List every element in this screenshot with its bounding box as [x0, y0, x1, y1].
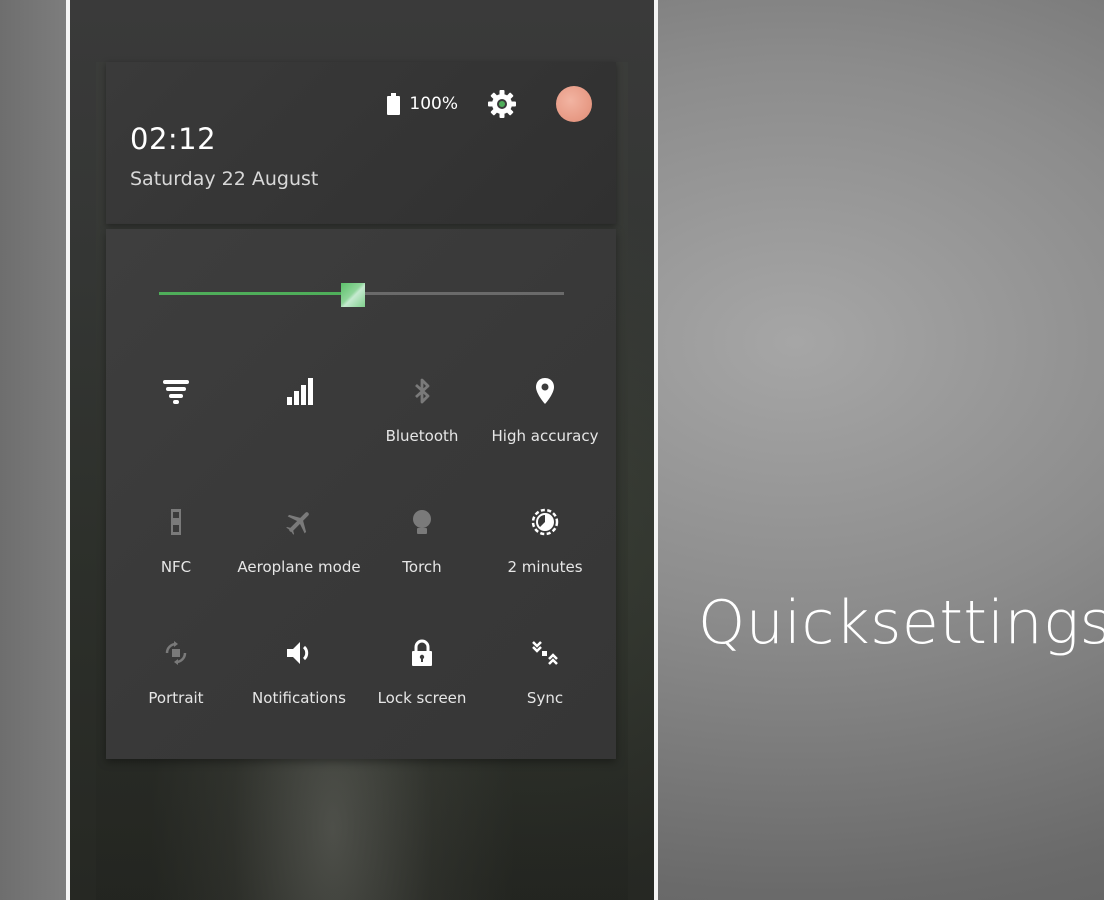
bluetooth-icon: [405, 374, 439, 408]
status-row: 100%: [387, 84, 592, 124]
phone-frame: 100% 02:12 Saturday 22 August Bluetooth …: [66, 0, 658, 900]
brand-title: Quicksettings: [698, 588, 1104, 658]
tile-wifi[interactable]: [111, 366, 241, 476]
wifi-icon: [159, 374, 193, 408]
background-left: [0, 0, 66, 900]
lock-icon: [405, 636, 439, 670]
battery-status: 100%: [387, 93, 458, 115]
gear-icon[interactable]: [486, 88, 518, 120]
rotation-icon: [159, 636, 193, 670]
notification-header: 100% 02:12 Saturday 22 August: [106, 62, 616, 224]
tile-label: 2 minutes: [507, 558, 583, 576]
tile-label: Bluetooth: [385, 427, 459, 445]
tile-location[interactable]: High accuracy: [480, 366, 610, 476]
brightness-thumb[interactable]: [341, 283, 366, 307]
tile-label: Notifications: [252, 689, 346, 707]
tile-screen-timeout[interactable]: 2 minutes: [480, 497, 610, 607]
tile-bluetooth[interactable]: Bluetooth: [357, 366, 487, 476]
tile-notifications[interactable]: Notifications: [234, 628, 364, 738]
tile-sync[interactable]: Sync: [480, 628, 610, 738]
tile-label: Sync: [526, 689, 564, 707]
battery-percent: 100%: [409, 94, 458, 114]
tile-label: Portrait: [148, 689, 204, 707]
screen-timeout-icon: [528, 505, 562, 539]
tile-lock-screen[interactable]: Lock screen: [357, 628, 487, 738]
tile-nfc[interactable]: NFC: [111, 497, 241, 607]
tile-mobile-signal[interactable]: [234, 366, 364, 476]
clock-time: 02:12: [130, 122, 217, 156]
tile-label: Torch: [402, 558, 442, 576]
location-pin-icon: [528, 374, 562, 408]
brightness-fill: [159, 292, 354, 295]
torch-icon: [405, 505, 439, 539]
sync-icon: [528, 636, 562, 670]
brightness-slider[interactable]: [159, 283, 564, 307]
speaker-icon: [282, 636, 316, 670]
tile-aeroplane-mode[interactable]: Aeroplane mode: [234, 497, 364, 607]
tile-label: Aeroplane mode: [237, 558, 361, 576]
airplane-icon: [282, 505, 316, 539]
quicksettings-panel: Bluetooth High accuracy NFC Aeroplane mo…: [106, 229, 616, 759]
battery-icon: [387, 93, 401, 115]
tile-torch[interactable]: Torch: [357, 497, 487, 607]
tile-label: Lock screen: [377, 689, 467, 707]
clock-date: Saturday 22 August: [130, 168, 319, 190]
tile-label: [111, 426, 241, 446]
nfc-icon: [159, 505, 193, 539]
avatar[interactable]: [556, 86, 592, 122]
tile-label: NFC: [160, 558, 192, 576]
tile-portrait[interactable]: Portrait: [111, 628, 241, 738]
tile-label: [234, 426, 364, 446]
signal-icon: [282, 374, 316, 408]
tile-label: High accuracy: [491, 427, 599, 445]
